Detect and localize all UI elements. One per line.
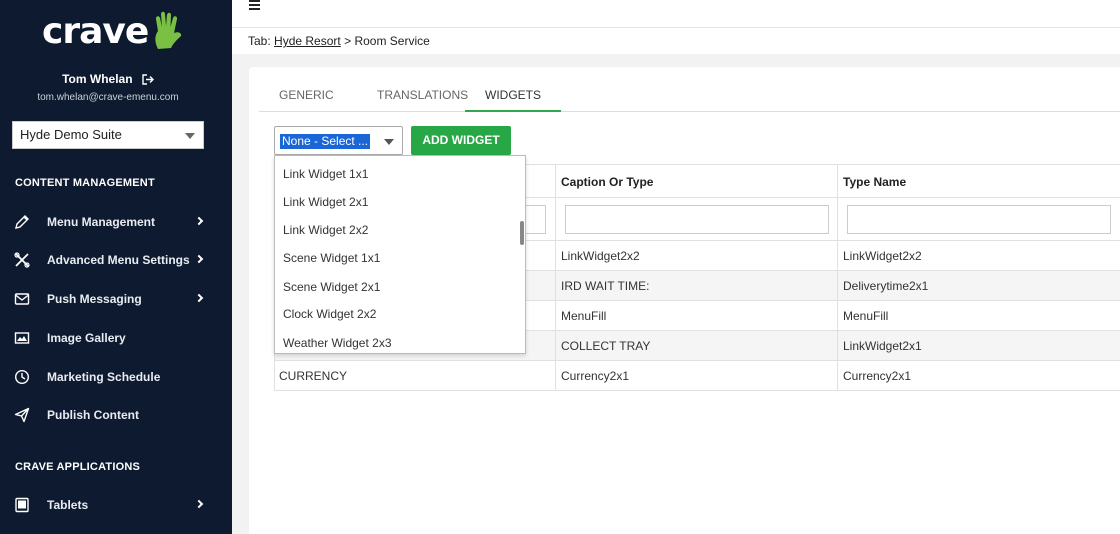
- widget-type-dropdown: Link Widget 1x1 Link Widget 2x1 Link Wid…: [274, 155, 526, 354]
- sidebar-item-label: Tablets: [47, 498, 89, 512]
- column-divider: [837, 164, 838, 391]
- sidebar-item-label: Image Gallery: [47, 331, 126, 345]
- tab-widgets[interactable]: WIDGETS: [465, 83, 561, 112]
- section-heading-content: CONTENT MANAGEMENT: [15, 177, 155, 189]
- tablet-icon: [15, 497, 29, 513]
- tools-icon: [14, 252, 30, 268]
- breadcrumb: Tab: Hyde Resort > Room Service: [248, 34, 430, 48]
- filter-input-caption[interactable]: [565, 205, 829, 234]
- sidebar: crave Tom Whelan tom.whelan@crave-emenu.…: [0, 0, 232, 534]
- table-cell: Currency2x1: [561, 369, 630, 383]
- sidebar-item-label: Advanced Menu Settings: [47, 253, 190, 267]
- top-bar: [232, 0, 1120, 28]
- chevron-down-icon: [185, 133, 195, 139]
- table-cell: IRD WAIT TIME:: [561, 279, 650, 293]
- envelope-icon: [14, 293, 30, 305]
- dropdown-scrollbar[interactable]: [520, 221, 524, 245]
- table-cell: CURRENCY: [279, 369, 348, 383]
- sidebar-item-label: Menu Management: [47, 215, 156, 229]
- pencil-icon: [15, 215, 29, 229]
- table-cell: MenuFill: [561, 309, 607, 323]
- chevron-right-icon: [194, 254, 204, 264]
- add-widget-button[interactable]: ADD WIDGET: [411, 126, 511, 155]
- suite-select-value: Hyde Demo Suite: [20, 127, 122, 142]
- user-name: Tom Whelan: [0, 72, 216, 86]
- breadcrumb-link[interactable]: Hyde Resort: [274, 34, 341, 48]
- hamburger-menu-icon[interactable]: [249, 0, 260, 10]
- logo-text: crave: [42, 11, 149, 52]
- chevron-right-icon: [194, 499, 204, 509]
- sidebar-item-image-gallery[interactable]: Image Gallery: [0, 324, 232, 352]
- waving-hand-icon: [155, 11, 182, 49]
- image-icon: [14, 332, 30, 344]
- dropdown-option[interactable]: Scene Widget 2x1: [283, 280, 380, 294]
- table-cell: Currency2x1: [843, 369, 912, 383]
- table-cell: LinkWidget2x1: [843, 339, 922, 353]
- column-header-type-name[interactable]: Type Name: [843, 175, 906, 189]
- logout-icon[interactable]: [142, 74, 154, 85]
- filter-input-type-name[interactable]: [847, 205, 1111, 234]
- section-heading-apps: CRAVE APPLICATIONS: [15, 461, 141, 473]
- breadcrumb-current: Room Service: [354, 34, 430, 48]
- paper-plane-icon: [14, 407, 30, 423]
- chevron-down-icon: [384, 139, 394, 145]
- sidebar-item-label: Marketing Schedule: [47, 370, 161, 384]
- column-header-caption[interactable]: Caption Or Type: [561, 175, 653, 189]
- breadcrumb-prefix: Tab:: [248, 34, 271, 48]
- sidebar-item-label: Push Messaging: [47, 292, 142, 306]
- table-cell: MenuFill: [843, 309, 889, 323]
- user-name-text: Tom Whelan: [62, 72, 133, 86]
- dropdown-option[interactable]: Link Widget 2x2: [283, 223, 368, 237]
- clock-icon: [14, 369, 30, 385]
- crave-logo[interactable]: crave: [42, 10, 184, 54]
- dropdown-option[interactable]: Clock Widget 2x2: [283, 307, 376, 321]
- table-cell: Deliverytime2x1: [843, 279, 929, 293]
- sidebar-item-advanced-menu-settings[interactable]: Advanced Menu Settings: [0, 246, 232, 274]
- table-row[interactable]: CURRENCY Currency2x1 Currency2x1: [274, 361, 1120, 391]
- sidebar-item-marketing-schedule[interactable]: Marketing Schedule: [0, 363, 232, 391]
- sidebar-item-menu-management[interactable]: Menu Management: [0, 208, 232, 236]
- chevron-right-icon: [194, 216, 204, 226]
- widget-type-select-value: None - Select ...: [280, 134, 371, 149]
- column-divider: [555, 164, 556, 391]
- tab-generic[interactable]: GENERIC: [259, 83, 354, 112]
- sidebar-item-publish-content[interactable]: Publish Content: [0, 401, 232, 429]
- table-cell: COLLECT TRAY: [561, 339, 651, 353]
- breadcrumb-separator: >: [344, 34, 352, 48]
- chevron-right-icon: [194, 293, 204, 303]
- tab-bar: GENERIC TRANSLATIONS WIDGETS: [259, 83, 1120, 112]
- dropdown-option[interactable]: Link Widget 2x1: [283, 195, 368, 209]
- breadcrumb-bar: Tab: Hyde Resort > Room Service: [232, 28, 1120, 54]
- table-cell: LinkWidget2x2: [561, 249, 640, 263]
- dropdown-option[interactable]: Scene Widget 1x1: [283, 251, 380, 265]
- table-cell: LinkWidget2x2: [843, 249, 922, 263]
- widget-type-select[interactable]: None - Select ...: [274, 126, 403, 155]
- sidebar-item-label: Publish Content: [47, 408, 139, 422]
- user-email: tom.whelan@crave-emenu.com: [37, 92, 179, 103]
- dropdown-option[interactable]: Weather Widget 2x3: [283, 336, 392, 350]
- dropdown-option[interactable]: Link Widget 1x1: [283, 167, 368, 181]
- suite-select[interactable]: Hyde Demo Suite: [12, 121, 204, 149]
- sidebar-item-tablets[interactable]: Tablets: [0, 491, 232, 519]
- sidebar-item-push-messaging[interactable]: Push Messaging: [0, 285, 232, 313]
